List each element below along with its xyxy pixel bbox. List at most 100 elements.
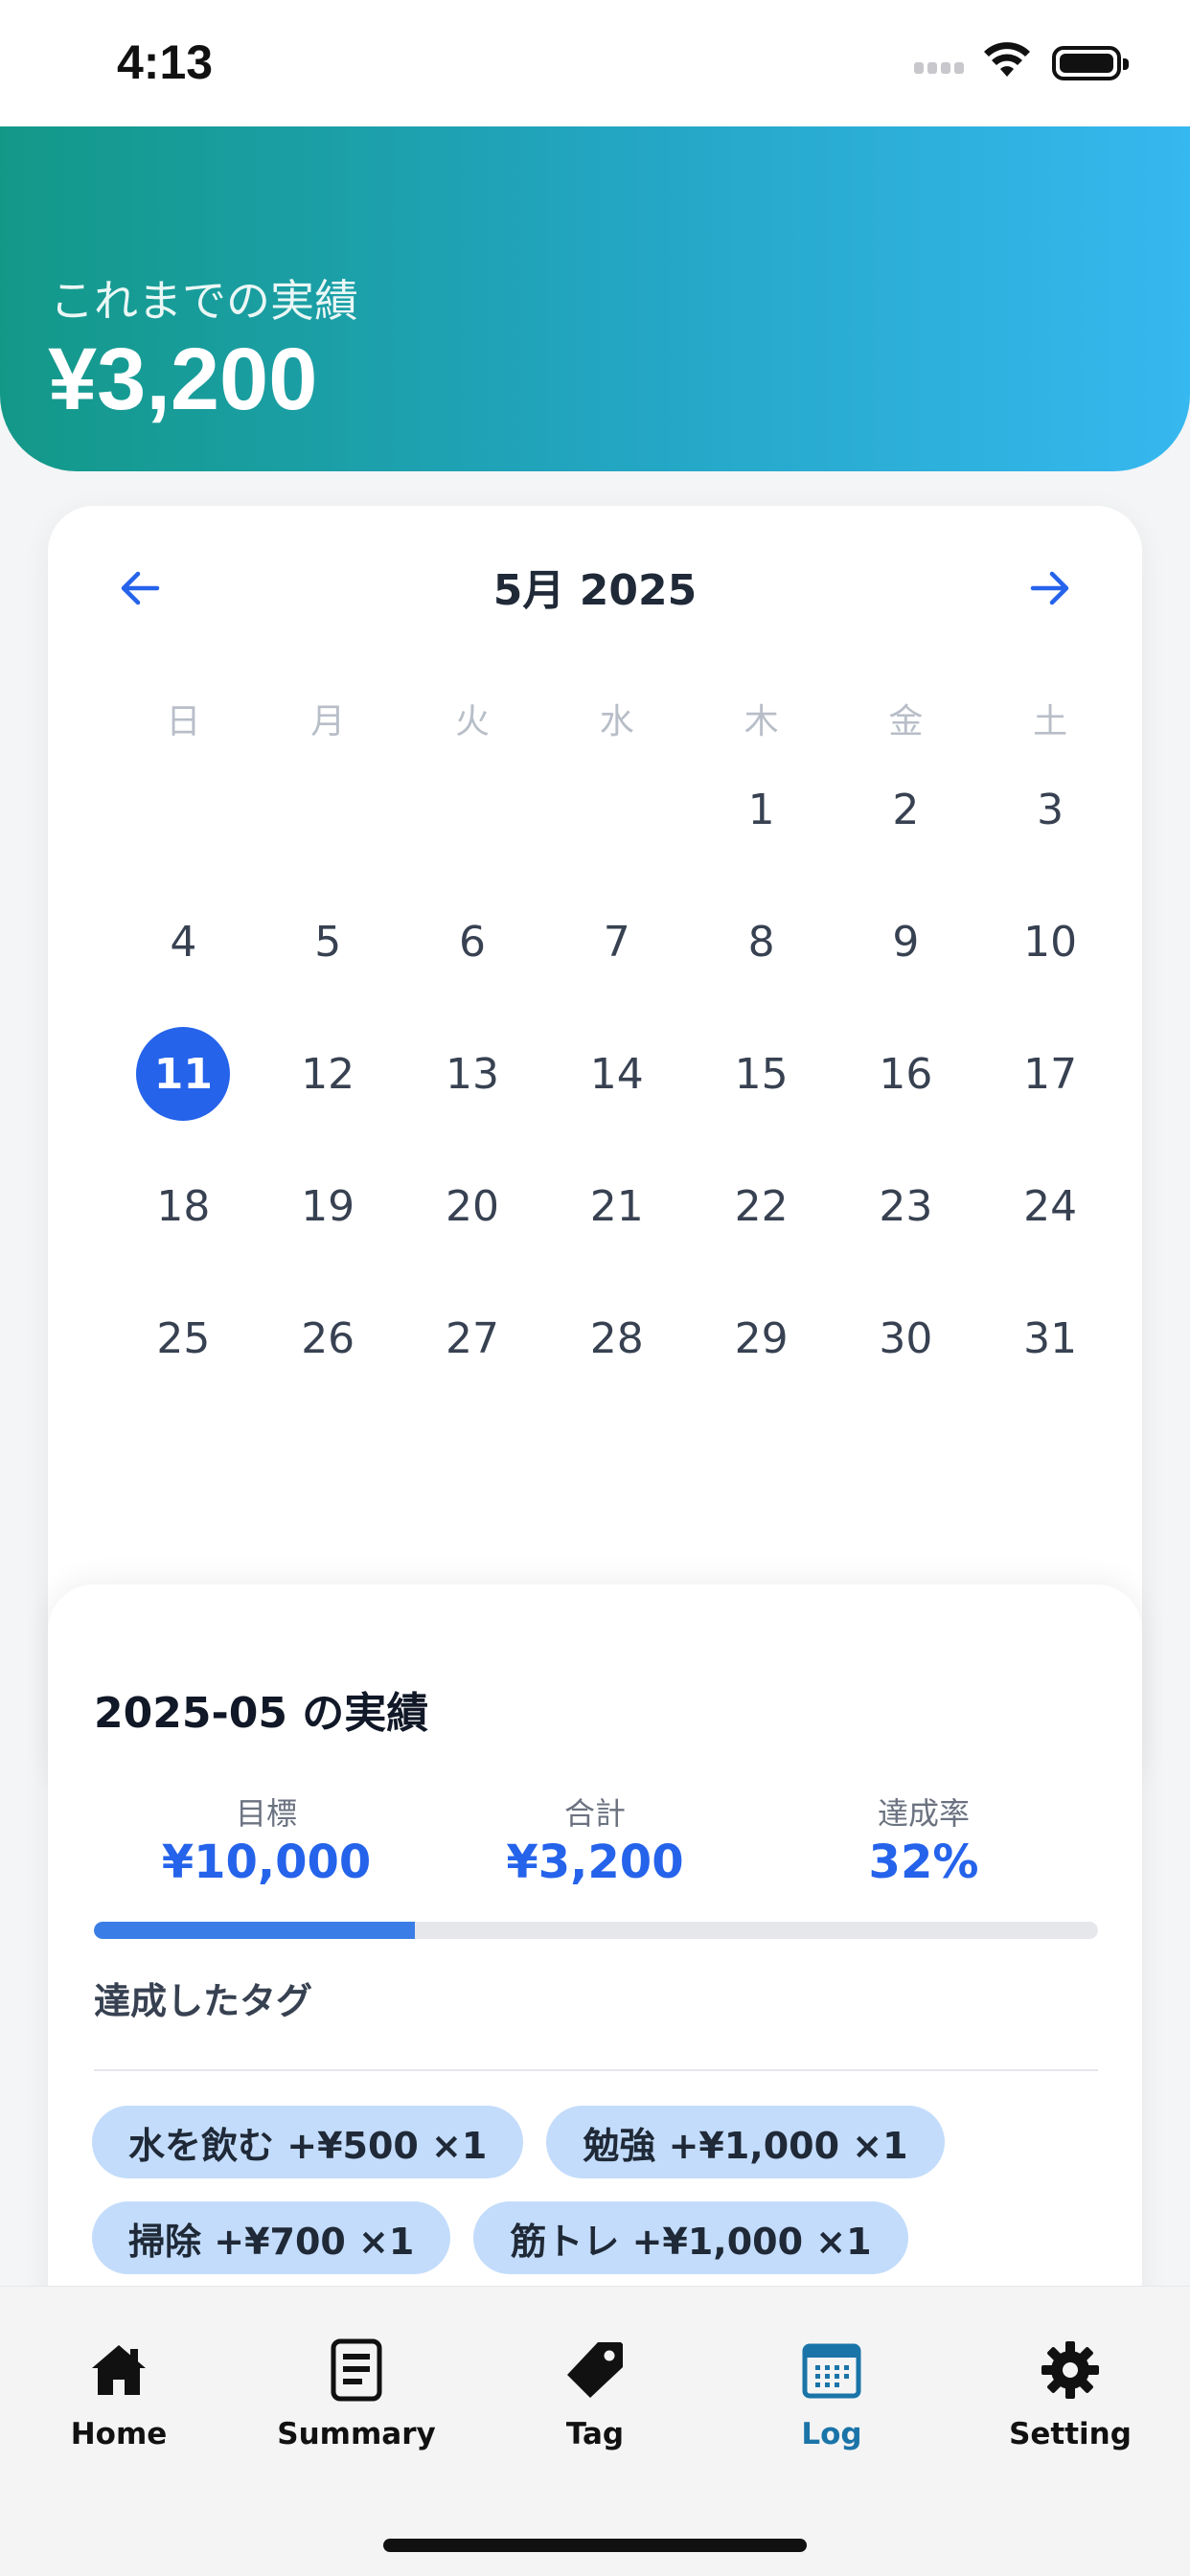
calendar-day[interactable]: 4 bbox=[111, 897, 256, 1029]
calendar-icon bbox=[802, 2343, 861, 2399]
calendar-day-number: 24 bbox=[1023, 1181, 1078, 1231]
tab-home[interactable]: Home bbox=[13, 2337, 224, 2451]
weekday-label: 月 bbox=[310, 702, 346, 741]
calendar-day-number: 25 bbox=[156, 1313, 211, 1363]
calendar-empty-cell bbox=[111, 764, 256, 897]
calendar-day[interactable]: 6 bbox=[400, 897, 545, 1029]
calendar-day-number: 28 bbox=[589, 1313, 644, 1363]
calendar-day[interactable]: 13 bbox=[400, 1029, 545, 1161]
calendar-day-number: 20 bbox=[445, 1181, 499, 1231]
calendar-day-number: 30 bbox=[879, 1313, 933, 1363]
gear-icon bbox=[1041, 2341, 1099, 2399]
calendar-day[interactable]: 25 bbox=[111, 1293, 256, 1425]
goal-stat: 目標 ¥10,000 bbox=[113, 1790, 420, 1889]
weekday-label: 火 bbox=[454, 702, 490, 741]
achievement-rate-stat: 達成率 32% bbox=[770, 1790, 1077, 1889]
weekday-label: 土 bbox=[1033, 702, 1068, 741]
achieved-tags-heading: 達成したタグ bbox=[94, 1980, 313, 2022]
calendar-day-number: 8 bbox=[747, 917, 775, 967]
calendar-day[interactable]: 22 bbox=[689, 1161, 834, 1293]
calendar-empty-cell bbox=[544, 764, 689, 897]
achieved-tag-chip: 掃除 +¥700 ×1 bbox=[92, 2201, 451, 2274]
calendar-day-number: 9 bbox=[892, 917, 920, 967]
status-time: 4:13 bbox=[117, 35, 214, 89]
next-month-arrow-icon[interactable] bbox=[1021, 559, 1079, 617]
calendar-day[interactable]: 26 bbox=[256, 1293, 400, 1425]
calendar-day-number: 18 bbox=[156, 1181, 211, 1231]
tab-tag-label: Tag bbox=[565, 2417, 625, 2451]
calendar-day[interactable]: 14 bbox=[544, 1029, 689, 1161]
calendar-day[interactable]: 17 bbox=[978, 1029, 1123, 1161]
calendar-day[interactable]: 18 bbox=[111, 1161, 256, 1293]
summary-title: 2025-05 の実績 bbox=[94, 1689, 429, 1738]
monthly-summary-card: 2025-05 の実績 目標 ¥10,000 合計 ¥3,200 達成率 32%… bbox=[48, 1584, 1142, 2351]
goal-label: 目標 bbox=[235, 1795, 297, 1832]
calendar-day-number: 11 bbox=[136, 1027, 231, 1121]
calendar-day-number: 16 bbox=[879, 1049, 933, 1099]
weekday-label: 金 bbox=[888, 702, 924, 741]
calendar-day[interactable]: 10 bbox=[978, 897, 1123, 1029]
calendar-day-number: 3 bbox=[1037, 785, 1064, 834]
divider bbox=[94, 2069, 1098, 2071]
calendar-day[interactable]: 16 bbox=[834, 1029, 978, 1161]
calendar-day-number: 27 bbox=[445, 1313, 499, 1363]
calendar-day[interactable]: 27 bbox=[400, 1293, 545, 1425]
total-earnings-amount: ¥3,200 bbox=[48, 331, 318, 428]
weekday-label: 日 bbox=[166, 702, 201, 741]
calendar-day[interactable]: 23 bbox=[834, 1161, 978, 1293]
tab-log[interactable]: Log bbox=[726, 2337, 937, 2451]
calendar-empty-cell bbox=[256, 764, 400, 897]
calendar-day[interactable]: 8 bbox=[689, 897, 834, 1029]
calendar-day-number: 31 bbox=[1023, 1313, 1078, 1363]
calendar-day-number: 10 bbox=[1023, 917, 1078, 967]
tab-home-label: Home bbox=[70, 2417, 168, 2451]
calendar-day-number: 1 bbox=[747, 785, 775, 834]
calendar-day-number: 21 bbox=[589, 1181, 644, 1231]
calendar-day[interactable]: 30 bbox=[834, 1293, 978, 1425]
calendar-day[interactable]: 24 bbox=[978, 1161, 1123, 1293]
calendar-day-number: 2 bbox=[892, 785, 920, 834]
earnings-header: これまでの実績 ¥3,200 bbox=[0, 126, 1190, 471]
calendar-day[interactable]: 28 bbox=[544, 1293, 689, 1425]
calendar-day[interactable]: 7 bbox=[544, 897, 689, 1029]
calendar-day[interactable]: 15 bbox=[689, 1029, 834, 1161]
tab-setting[interactable]: Setting bbox=[965, 2337, 1176, 2451]
calendar-day[interactable]: 19 bbox=[256, 1161, 400, 1293]
calendar-day[interactable]: 21 bbox=[544, 1161, 689, 1293]
calendar-day[interactable]: 29 bbox=[689, 1293, 834, 1425]
calendar-day-selected[interactable]: 11 bbox=[111, 1027, 256, 1161]
total-value: ¥3,200 bbox=[506, 1835, 684, 1889]
achieved-tag-chip: 勉強 +¥1,000 ×1 bbox=[546, 2106, 945, 2178]
total-earnings-label: これまでの実績 bbox=[50, 275, 358, 327]
calendar-day-number: 15 bbox=[734, 1049, 789, 1099]
calendar-day[interactable]: 3 bbox=[978, 764, 1123, 897]
calendar-day[interactable]: 31 bbox=[978, 1293, 1123, 1425]
weekday-header-row: 日月火水木金土 bbox=[111, 694, 1123, 743]
calendar-day[interactable]: 5 bbox=[256, 897, 400, 1029]
calendar-day-number: 22 bbox=[734, 1181, 789, 1231]
calendar-day[interactable]: 12 bbox=[256, 1029, 400, 1161]
tab-log-label: Log bbox=[801, 2417, 862, 2451]
calendar-month-title: 5月 2025 bbox=[492, 566, 698, 615]
calendar-day[interactable]: 1 bbox=[689, 764, 834, 897]
calendar-day-number: 19 bbox=[301, 1181, 355, 1231]
achieved-tags-list: 水を飲む +¥500 ×1 勉強 +¥1,000 ×1 掃除 +¥700 ×1 筋トレ… bbox=[92, 2106, 1108, 2274]
tag-icon bbox=[567, 2342, 623, 2398]
calendar-day[interactable]: 20 bbox=[400, 1161, 545, 1293]
calendar-day[interactable]: 2 bbox=[834, 764, 978, 897]
calendar-day-number: 29 bbox=[734, 1313, 789, 1363]
calendar-day-number: 5 bbox=[314, 917, 342, 967]
weekday-label: 水 bbox=[599, 702, 634, 741]
weekday-label: 木 bbox=[744, 702, 779, 741]
cellular-signal-icon bbox=[914, 59, 972, 74]
calendar-day[interactable]: 9 bbox=[834, 897, 978, 1029]
home-icon bbox=[92, 2345, 146, 2395]
total-label: 合計 bbox=[563, 1795, 626, 1832]
goal-value: ¥10,000 bbox=[161, 1835, 372, 1889]
calendar-empty-cell bbox=[400, 764, 545, 897]
tab-summary[interactable]: Summary bbox=[251, 2337, 462, 2451]
calendar-day-number: 7 bbox=[603, 917, 630, 967]
home-indicator bbox=[383, 2539, 807, 2552]
tab-tag[interactable]: Tag bbox=[490, 2337, 700, 2451]
calendar-day-grid: 1 2 3 4 5 6 7 8 9 10 11 12 13 14 15 16 17 18 19 20 21 22 23 24 2… bbox=[111, 764, 1123, 1425]
